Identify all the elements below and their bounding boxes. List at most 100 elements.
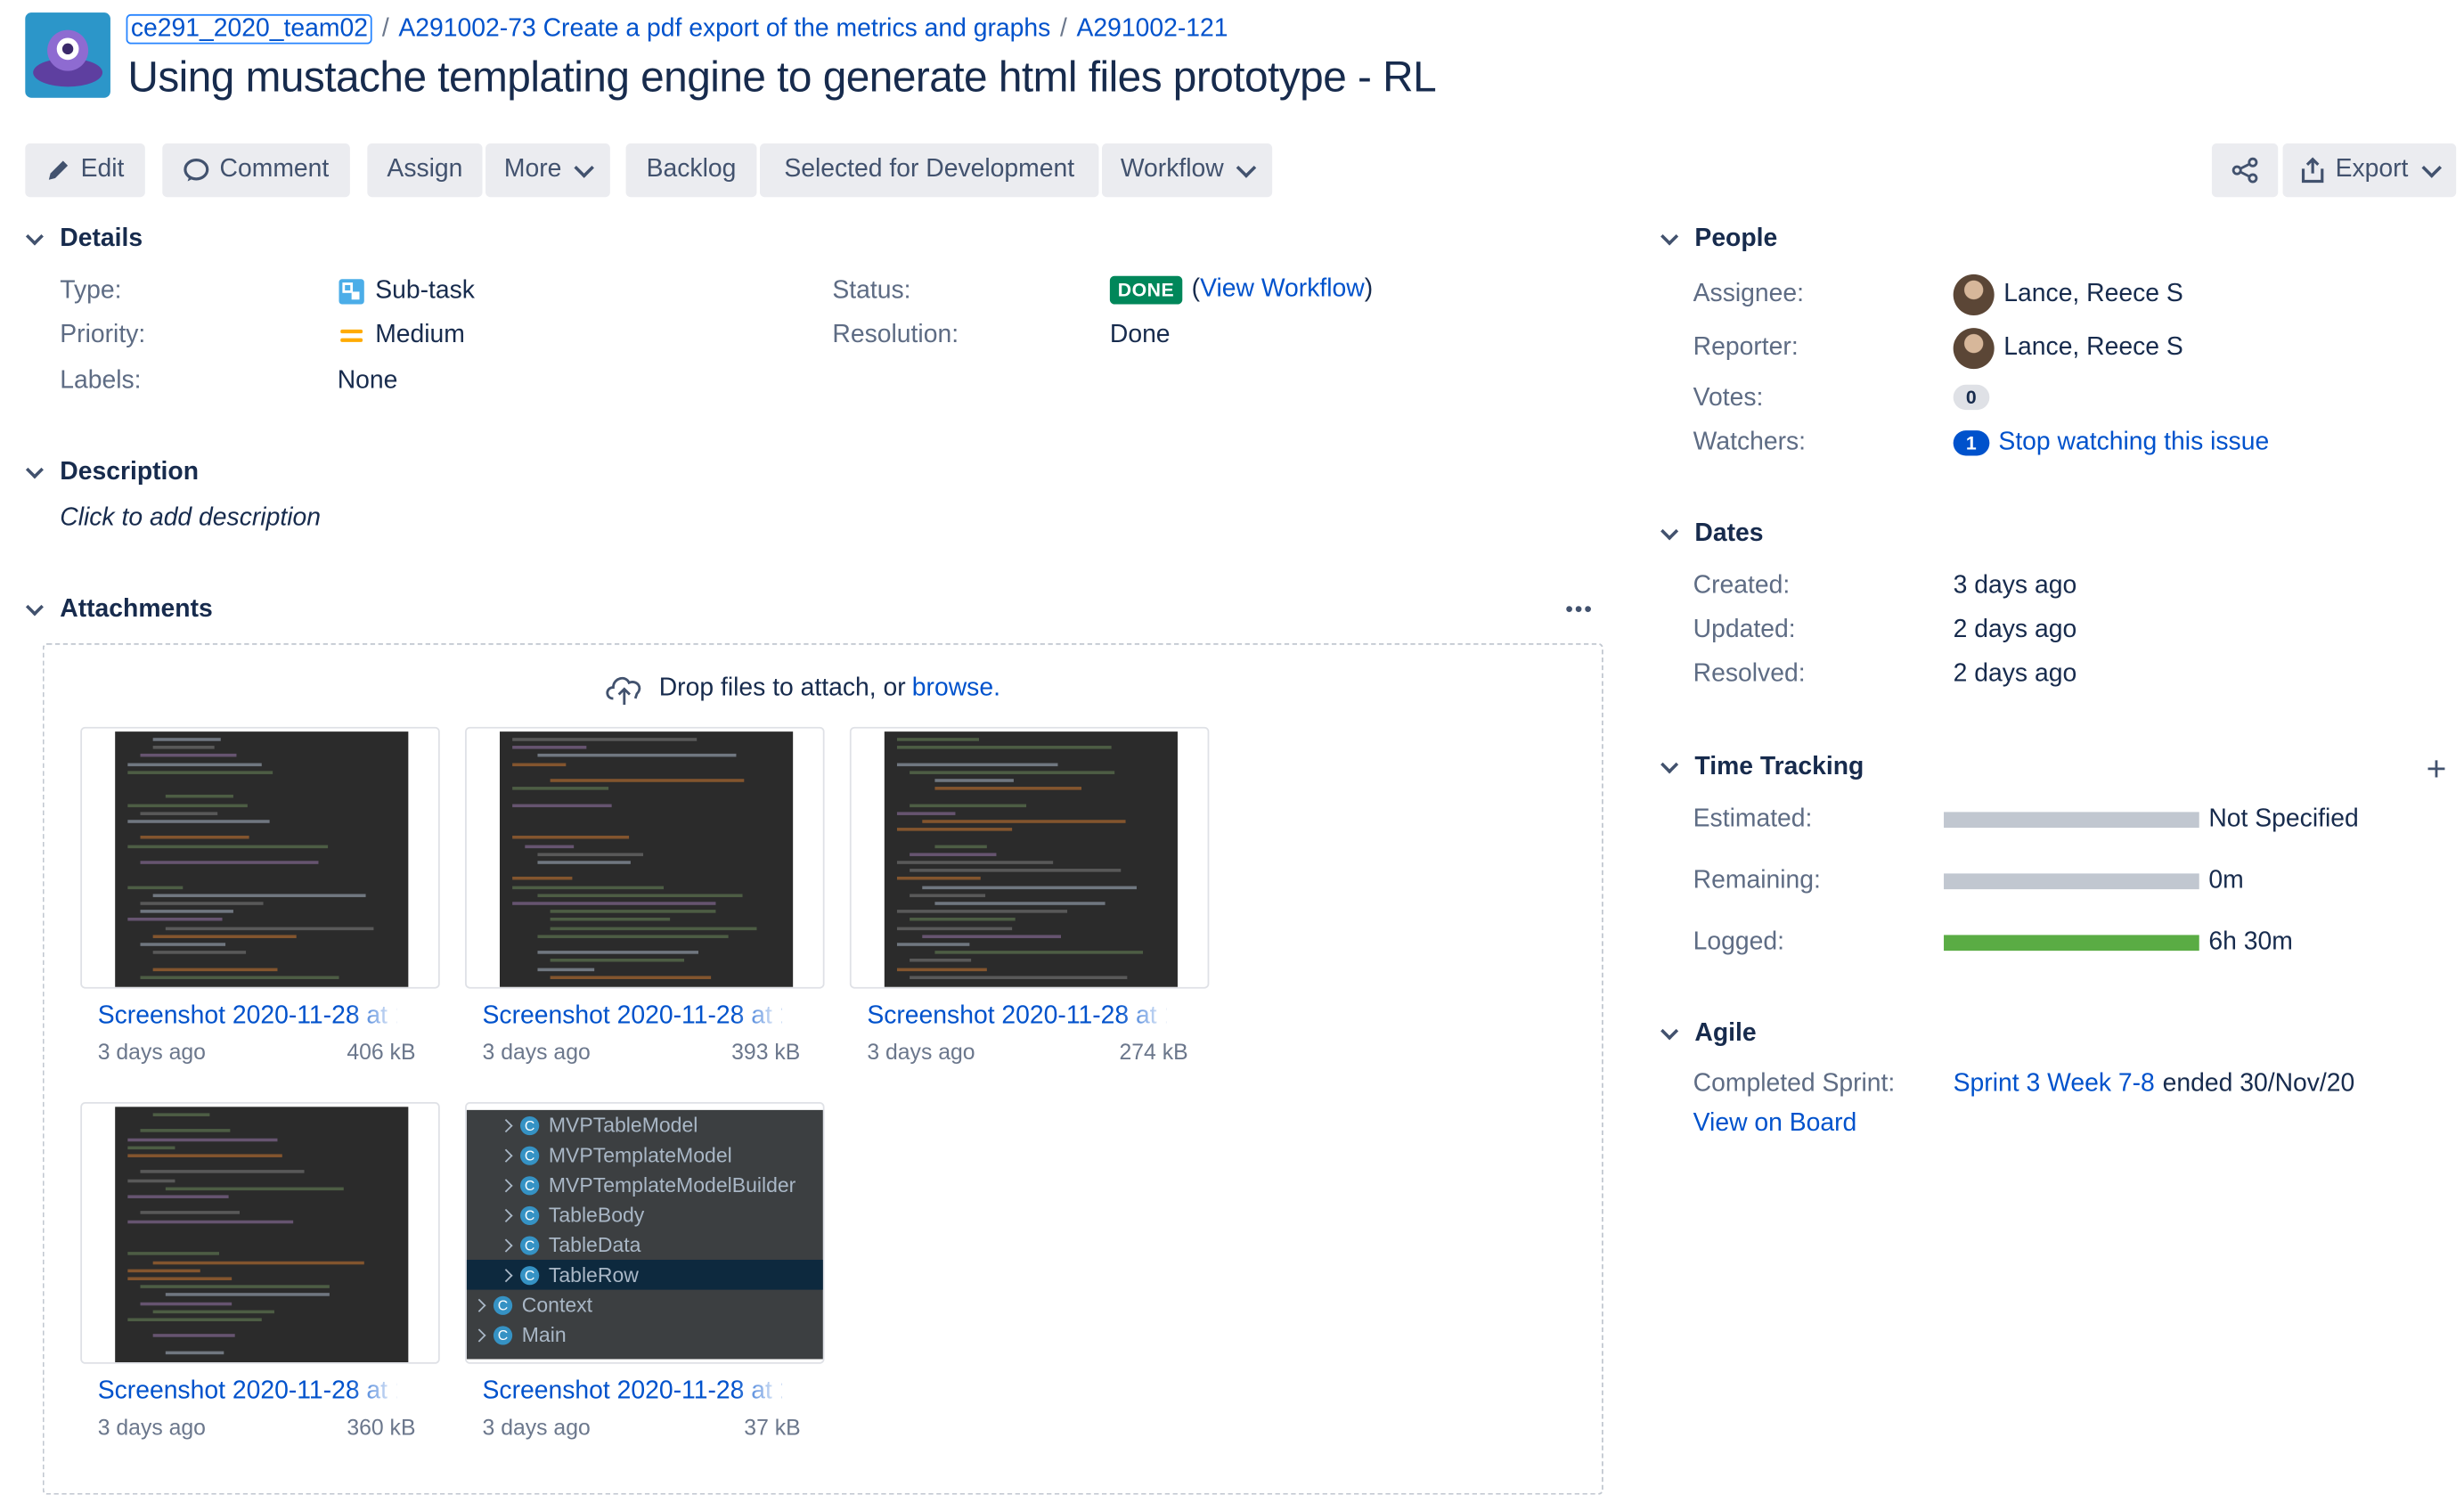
chevron-down-icon	[2420, 157, 2442, 177]
assignee-label: Assignee:	[1693, 281, 1805, 308]
attachment-thumbnail[interactable]	[849, 726, 1210, 989]
comment-button[interactable]: Comment	[162, 143, 350, 198]
created-label: Created:	[1693, 572, 1791, 600]
completed-sprint-label: Completed Sprint:	[1693, 1070, 1896, 1098]
attachments-more-button[interactable]: •••	[1565, 596, 1593, 621]
attachment-thumbnail[interactable]: C MVPTableModel C MVPTemplateModel C MVPTem…	[465, 1102, 825, 1364]
remaining-value: 0m	[2208, 867, 2244, 895]
class-icon: C	[520, 1175, 540, 1195]
code-line	[896, 812, 955, 815]
tree-item: C MVPTemplateModelBuilder	[467, 1170, 823, 1200]
log-work-plus-icon[interactable]: +	[2427, 749, 2447, 790]
transition-backlog-button[interactable]: Backlog	[625, 143, 757, 198]
attachment-thumbnail[interactable]	[465, 726, 825, 989]
code-line	[934, 951, 1143, 955]
code-line	[550, 926, 756, 930]
transition-selected-for-development-button[interactable]: Selected for Development	[759, 143, 1099, 198]
code-line	[910, 803, 1027, 807]
subtask-icon	[339, 279, 364, 305]
agile-toggle[interactable]: Agile	[1660, 1019, 1757, 1049]
priority-text: Medium	[375, 322, 465, 349]
code-screenshot-preview	[884, 731, 1178, 987]
attachment-name-link[interactable]: Screenshot 2020-11-28 at 1	[867, 1002, 1167, 1032]
edit-button[interactable]: Edit	[25, 143, 145, 198]
watchers-count-badge[interactable]: 1	[1953, 430, 1989, 456]
people-toggle[interactable]: People	[1660, 225, 1777, 254]
breadcrumb-project[interactable]: ce291_2020_team02	[126, 13, 373, 45]
code-line	[127, 762, 262, 766]
attachment-thumbnail[interactable]	[80, 1102, 440, 1364]
description-field[interactable]: Click to add description	[60, 504, 321, 533]
reporter-value[interactable]: Lance, Reece S	[1953, 328, 2183, 370]
more-button[interactable]: More	[485, 143, 610, 198]
time-tracking-toggle[interactable]: Time Tracking	[1660, 754, 1864, 782]
attachments-toggle[interactable]: Attachments	[25, 596, 213, 625]
code-line	[934, 779, 1014, 782]
code-line	[896, 746, 1111, 749]
logged-label: Logged:	[1693, 928, 1785, 956]
code-line	[127, 1195, 229, 1198]
estimated-label: Estimated:	[1693, 805, 1813, 833]
class-icon: C	[520, 1265, 540, 1285]
attachment-thumbnail[interactable]	[80, 726, 440, 989]
chevron-down-icon	[1660, 227, 1679, 246]
code-line	[896, 861, 1054, 864]
tree-item: C Main	[467, 1319, 823, 1350]
code-line	[140, 754, 237, 758]
code-line	[127, 1179, 175, 1182]
chevron-right-icon	[499, 1268, 513, 1282]
code-line	[512, 803, 611, 807]
code-line	[152, 1113, 209, 1116]
code-line	[127, 1154, 283, 1157]
details-heading: Details	[60, 225, 143, 253]
chevron-down-icon	[25, 461, 44, 479]
priority-medium-icon	[340, 329, 363, 342]
project-avatar[interactable]	[25, 12, 110, 98]
code-line	[127, 1277, 233, 1280]
details-toggle[interactable]: Details	[25, 225, 143, 254]
breadcrumb-issue-key[interactable]: A291002-121	[1076, 16, 1228, 43]
assignee-value[interactable]: Lance, Reece S	[1953, 274, 2183, 315]
selected-for-development-label: Selected for Development	[784, 156, 1075, 184]
code-line	[537, 951, 698, 955]
browse-link[interactable]: browse.	[912, 674, 1000, 703]
comment-label: Comment	[219, 156, 330, 184]
code-line	[152, 746, 215, 749]
labels-value[interactable]: None	[338, 367, 398, 396]
resolved-value: 2 days ago	[1953, 660, 2077, 688]
attachment-name-link[interactable]: Screenshot 2020-11-28 at 1	[483, 1002, 782, 1032]
type-label: Type:	[60, 277, 122, 305]
dates-toggle[interactable]: Dates	[1660, 520, 1764, 549]
issue-title[interactable]: Using mustache templating engine to gene…	[127, 53, 1436, 102]
attachment-name-link[interactable]: Screenshot 2020-11-28 at 1	[98, 1002, 397, 1032]
assignee-name: Lance, Reece S	[2003, 281, 2183, 308]
export-button[interactable]: Export	[2282, 143, 2457, 198]
attachment-name-link[interactable]: Screenshot 2020-11-28 at 1	[483, 1377, 782, 1407]
assign-button[interactable]: Assign	[367, 143, 483, 198]
resolution-value: Done	[1109, 322, 1171, 349]
view-workflow-link[interactable]: View Workflow	[1200, 276, 1365, 303]
code-line	[910, 959, 972, 963]
code-line	[550, 910, 715, 913]
sprint-link[interactable]: Sprint 3 Week 7-8	[1954, 1071, 2155, 1099]
workflow-label: Workflow	[1120, 156, 1224, 184]
code-line	[550, 918, 670, 922]
attachment-name-link[interactable]: Screenshot 2020-11-28 at 1	[98, 1377, 397, 1407]
chevron-down-icon	[25, 598, 44, 617]
code-line	[127, 1138, 277, 1141]
agile-heading: Agile	[1694, 1019, 1757, 1048]
description-toggle[interactable]: Description	[25, 459, 199, 487]
share-button[interactable]	[2211, 143, 2279, 198]
code-line	[537, 853, 644, 856]
assign-label: Assign	[387, 156, 463, 184]
stop-watching-link[interactable]: Stop watching this issue	[1998, 429, 2269, 457]
breadcrumb-parent-issue[interactable]: A291002-73 Create a pdf export of the me…	[398, 16, 1050, 43]
code-line	[152, 1334, 235, 1338]
workflow-button[interactable]: Workflow	[1102, 143, 1273, 198]
code-line	[127, 820, 270, 823]
chevron-right-icon	[499, 1178, 513, 1192]
votes-value[interactable]: 0	[1953, 384, 1989, 411]
view-on-board-link[interactable]: View on Board	[1693, 1110, 1857, 1139]
avatar	[1953, 328, 1995, 370]
votes-label: Votes:	[1693, 384, 1764, 412]
